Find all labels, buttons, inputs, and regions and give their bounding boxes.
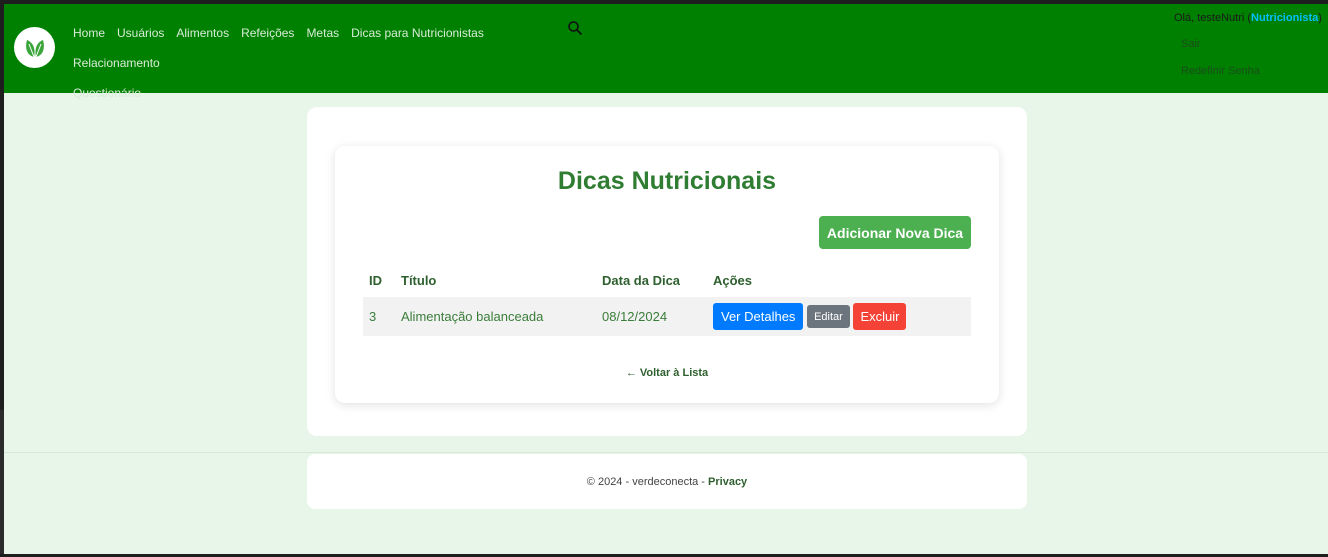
user-role: Nutricionista — [1251, 12, 1319, 24]
footer-divider — [4, 452, 1328, 453]
nav-link-metas[interactable]: Metas — [300, 18, 345, 48]
footer: © 2024 - verdeconecta - Privacy — [307, 454, 1027, 509]
navbar: Home Usuários Alimentos Refeições Metas … — [4, 4, 1328, 100]
add-dica-button[interactable]: Adicionar Nova Dica — [819, 216, 971, 249]
content-container: Dicas Nutricionais Adicionar Nova Dica I… — [307, 107, 1027, 436]
user-menu: Olá, testeNutri (Nutricionista) Sair Red… — [1174, 12, 1328, 77]
greeting-text: Olá, testeNutri ( — [1174, 12, 1252, 24]
header-acoes: Ações — [713, 273, 753, 288]
page-title: Dicas Nutricionais — [557, 167, 777, 195]
footer-text: © 2024 - verdeconecta - — [586, 475, 705, 488]
nav-link-refeicoes[interactable]: Refeições — [235, 18, 300, 48]
privacy-link[interactable]: Privacy — [708, 476, 747, 488]
table-header-row: ID Título Data da Dica Ações — [363, 264, 971, 297]
cell-id: 3 — [363, 297, 395, 336]
header-data: Data da Dica — [602, 273, 681, 288]
nav-link-home[interactable]: Home — [67, 18, 111, 48]
cell-acoes: Ver Detalhes Editar Excluir — [707, 297, 971, 336]
header-titulo: Título — [401, 273, 437, 288]
nav-link-relacionamento[interactable]: Relacionamento — [67, 48, 166, 78]
nav-link-dicas[interactable]: Dicas para Nutricionistas — [345, 18, 490, 48]
edit-button[interactable]: Editar — [807, 305, 850, 328]
greeting-end: ) — [1318, 12, 1322, 24]
logo[interactable] — [14, 27, 55, 68]
logout-link[interactable]: Sair — [1181, 38, 1328, 50]
delete-button[interactable]: Excluir — [853, 303, 907, 330]
cell-data: 08/12/2024 — [596, 297, 707, 336]
search-icon[interactable] — [567, 20, 583, 36]
cell-titulo: Alimentação balanceada — [395, 297, 596, 336]
reset-password-link[interactable]: Redefinir Senha — [1181, 65, 1328, 77]
nav-link-questionario[interactable]: Questionário — [67, 78, 147, 108]
table-row: 3 Alimentação balanceada 08/12/2024 Ver … — [363, 297, 971, 336]
nav-menu: Home Usuários Alimentos Refeições Metas … — [67, 18, 577, 108]
nav-link-alimentos[interactable]: Alimentos — [170, 18, 235, 48]
nav-link-usuarios[interactable]: Usuários — [111, 18, 170, 48]
dicas-table: ID Título Data da Dica Ações 3 Alimentaç… — [363, 264, 971, 336]
view-details-button[interactable]: Ver Detalhes — [713, 303, 804, 330]
leaf-icon — [25, 39, 44, 57]
user-greeting: Olá, testeNutri (Nutricionista) — [1174, 12, 1328, 24]
back-to-list-link[interactable]: ← Voltar à Lista — [335, 367, 999, 379]
dicas-card: Dicas Nutricionais Adicionar Nova Dica I… — [335, 146, 999, 403]
header-id: ID — [369, 273, 382, 288]
window-frame-left-lower — [0, 410, 4, 557]
